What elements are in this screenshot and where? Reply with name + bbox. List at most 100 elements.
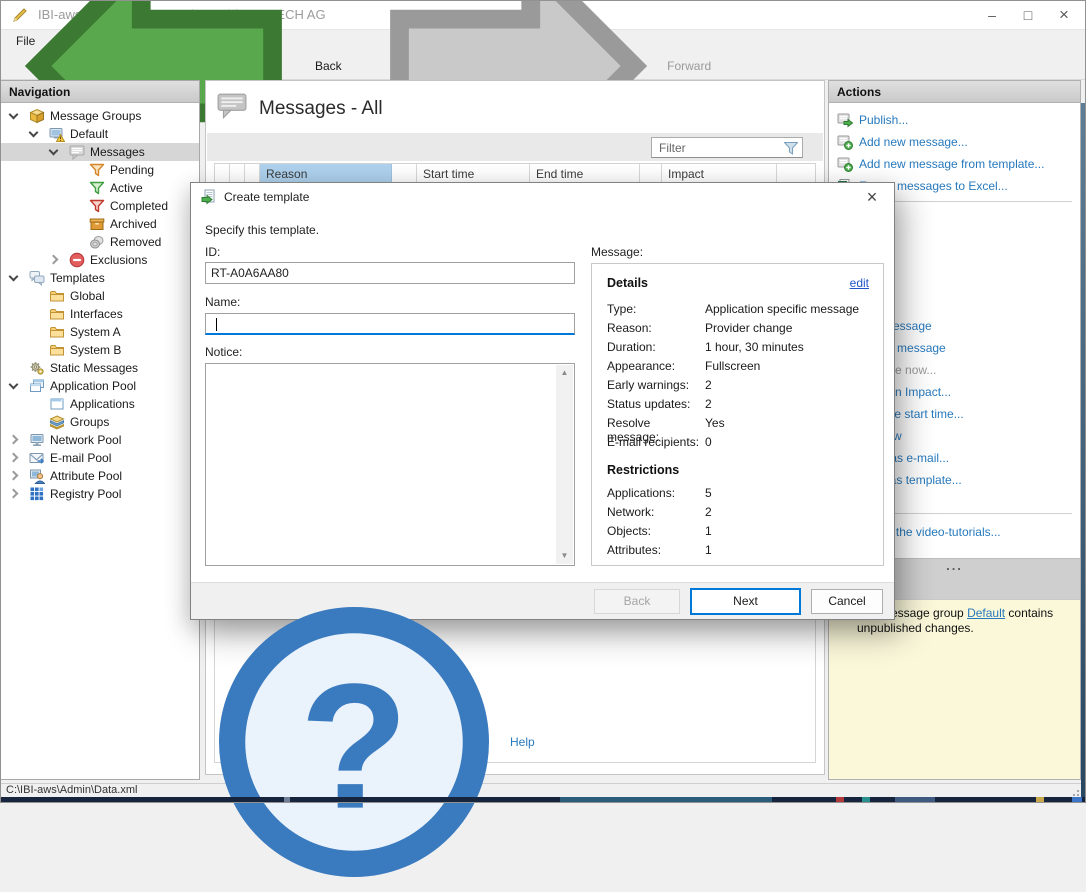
nav-item-system-b[interactable]: System B [1,341,199,359]
column-header-start-time[interactable]: Start time [417,164,530,184]
nav-item-removed[interactable]: Removed [1,233,199,251]
column-header-blank[interactable] [777,164,815,184]
notice-label: Notice: [205,345,242,359]
nav-toolbar: Back Forward [0,53,1086,80]
nav-item-attribute-pool[interactable]: Attribute Pool [1,467,199,485]
nav-item-messages[interactable]: Messages [1,143,199,161]
nav-item-archived[interactable]: Archived [1,215,199,233]
expander-icon[interactable] [9,489,19,499]
publish-icon [837,112,853,128]
applications-icon [49,396,65,412]
forward-button[interactable]: Forward [356,53,717,79]
expander-icon[interactable] [9,435,19,445]
minimize-button[interactable]: – [974,0,1010,30]
nav-item-default[interactable]: Default [1,125,199,143]
detail-row-type: Type: Application specific message [607,302,869,321]
maximize-button[interactable]: □ [1010,0,1046,30]
nav-item-exclusions[interactable]: Exclusions [1,251,199,269]
edit-link[interactable]: edit [850,276,869,290]
nav-item-groups[interactable]: Groups [1,413,199,431]
detail-row-reason: Reason: Provider change [607,321,869,340]
nav-item-pending[interactable]: Pending [1,161,199,179]
add-message-icon [837,134,853,150]
table-header-row: Reason Start time End time Impact [215,164,815,184]
expander-icon[interactable] [9,453,19,463]
dialog-title-bar: Create template × [191,183,894,211]
nav-item-applications[interactable]: Applications [1,395,199,413]
name-field[interactable] [205,313,575,335]
detail-row-resolve-message: Resolve message: Yes [607,416,869,435]
nav-item-system-a[interactable]: System A [1,323,199,341]
filter-input[interactable] [652,138,802,157]
nav-item-application-pool[interactable]: Application Pool [1,377,199,395]
expander-icon[interactable] [9,471,19,481]
detail-row-applications: Applications: 5 [607,486,869,505]
folder-icon [49,288,65,304]
action-add-new-message[interactable]: Add new message... [837,131,1076,153]
nav-item-interfaces[interactable]: Interfaces [1,305,199,323]
action-add-new-message-from-template[interactable]: Add new message from template... [837,153,1076,175]
scrollbar[interactable]: ▲ ▼ [556,365,573,564]
detail-row-network: Network: 2 [607,505,869,524]
nav-item-network-pool[interactable]: Network Pool [1,431,199,449]
next-button[interactable]: Next [690,588,801,615]
create-template-icon [201,189,217,205]
column-header-reason[interactable]: Reason [260,164,392,184]
folder-icon [49,324,65,340]
column-header-end-time[interactable]: End time [530,164,640,184]
messages-bubble-icon [217,93,247,119]
cancel-button[interactable]: Cancel [811,589,883,614]
expander-icon[interactable] [9,380,19,390]
nav-item-active[interactable]: Active [1,179,199,197]
network-icon [29,432,45,448]
column-header-blank[interactable] [230,164,245,184]
action-publish[interactable]: Publish... [837,109,1076,131]
expander-icon[interactable] [9,110,19,120]
close-button[interactable]: × [1046,0,1082,30]
monitor-warning-icon [49,126,65,142]
detail-row-appearance: Appearance: Fullscreen [607,359,869,378]
column-header-impact[interactable]: Impact [662,164,777,184]
status-bar: C:\IBI-aws\Admin\Data.xml [0,783,1086,797]
column-header-blank[interactable] [245,164,260,184]
dialog-close-icon[interactable]: × [860,186,884,210]
nav-item-e-mail-pool[interactable]: E-mail Pool [1,449,199,467]
expander-icon[interactable] [9,272,19,282]
app-pool-icon [29,378,45,394]
expander-icon[interactable] [49,255,59,265]
notice-textarea[interactable]: ▲ ▼ [205,363,575,566]
detail-row-objects: Objects: 1 [607,524,869,543]
column-header-blank[interactable] [640,164,662,184]
scroll-up-icon[interactable]: ▲ [556,365,573,381]
nav-item-static-messages[interactable]: Static Messages [1,359,199,377]
funnel-red-icon [89,198,105,214]
funnel-orange-icon [89,162,105,178]
navigation-header: Navigation [1,81,199,103]
dialog-title: Create template [224,190,309,204]
id-field[interactable] [205,262,575,284]
message-label: Message: [591,245,643,259]
templates-icon [29,270,45,286]
details-rows: Type: Application specific message Reaso… [607,302,869,454]
groups-icon [49,414,65,430]
details-header: Details [607,276,648,290]
nav-item-registry-pool[interactable]: Registry Pool [1,485,199,503]
static-messages-icon [29,360,45,376]
expander-icon[interactable] [49,146,59,156]
scroll-down-icon[interactable]: ▼ [556,548,573,564]
default-group-link[interactable]: Default [967,606,1005,620]
help-link[interactable]: ? Help [204,592,535,892]
detail-row-attributes: Attributes: 1 [607,543,869,562]
create-template-dialog: Create template × Specify this template.… [190,182,895,620]
folder-icon [49,342,65,358]
message-bubble-icon [69,144,85,160]
column-header-blank[interactable] [215,164,230,184]
column-header-blank[interactable] [392,164,417,184]
back-button[interactable]: Back [4,53,348,79]
nav-item-completed[interactable]: Completed [1,197,199,215]
nav-item-templates[interactable]: Templates [1,269,199,287]
filter-box [651,137,803,158]
nav-item-message-groups[interactable]: Message Groups [1,107,199,125]
nav-item-global[interactable]: Global [1,287,199,305]
expander-icon[interactable] [29,128,39,138]
